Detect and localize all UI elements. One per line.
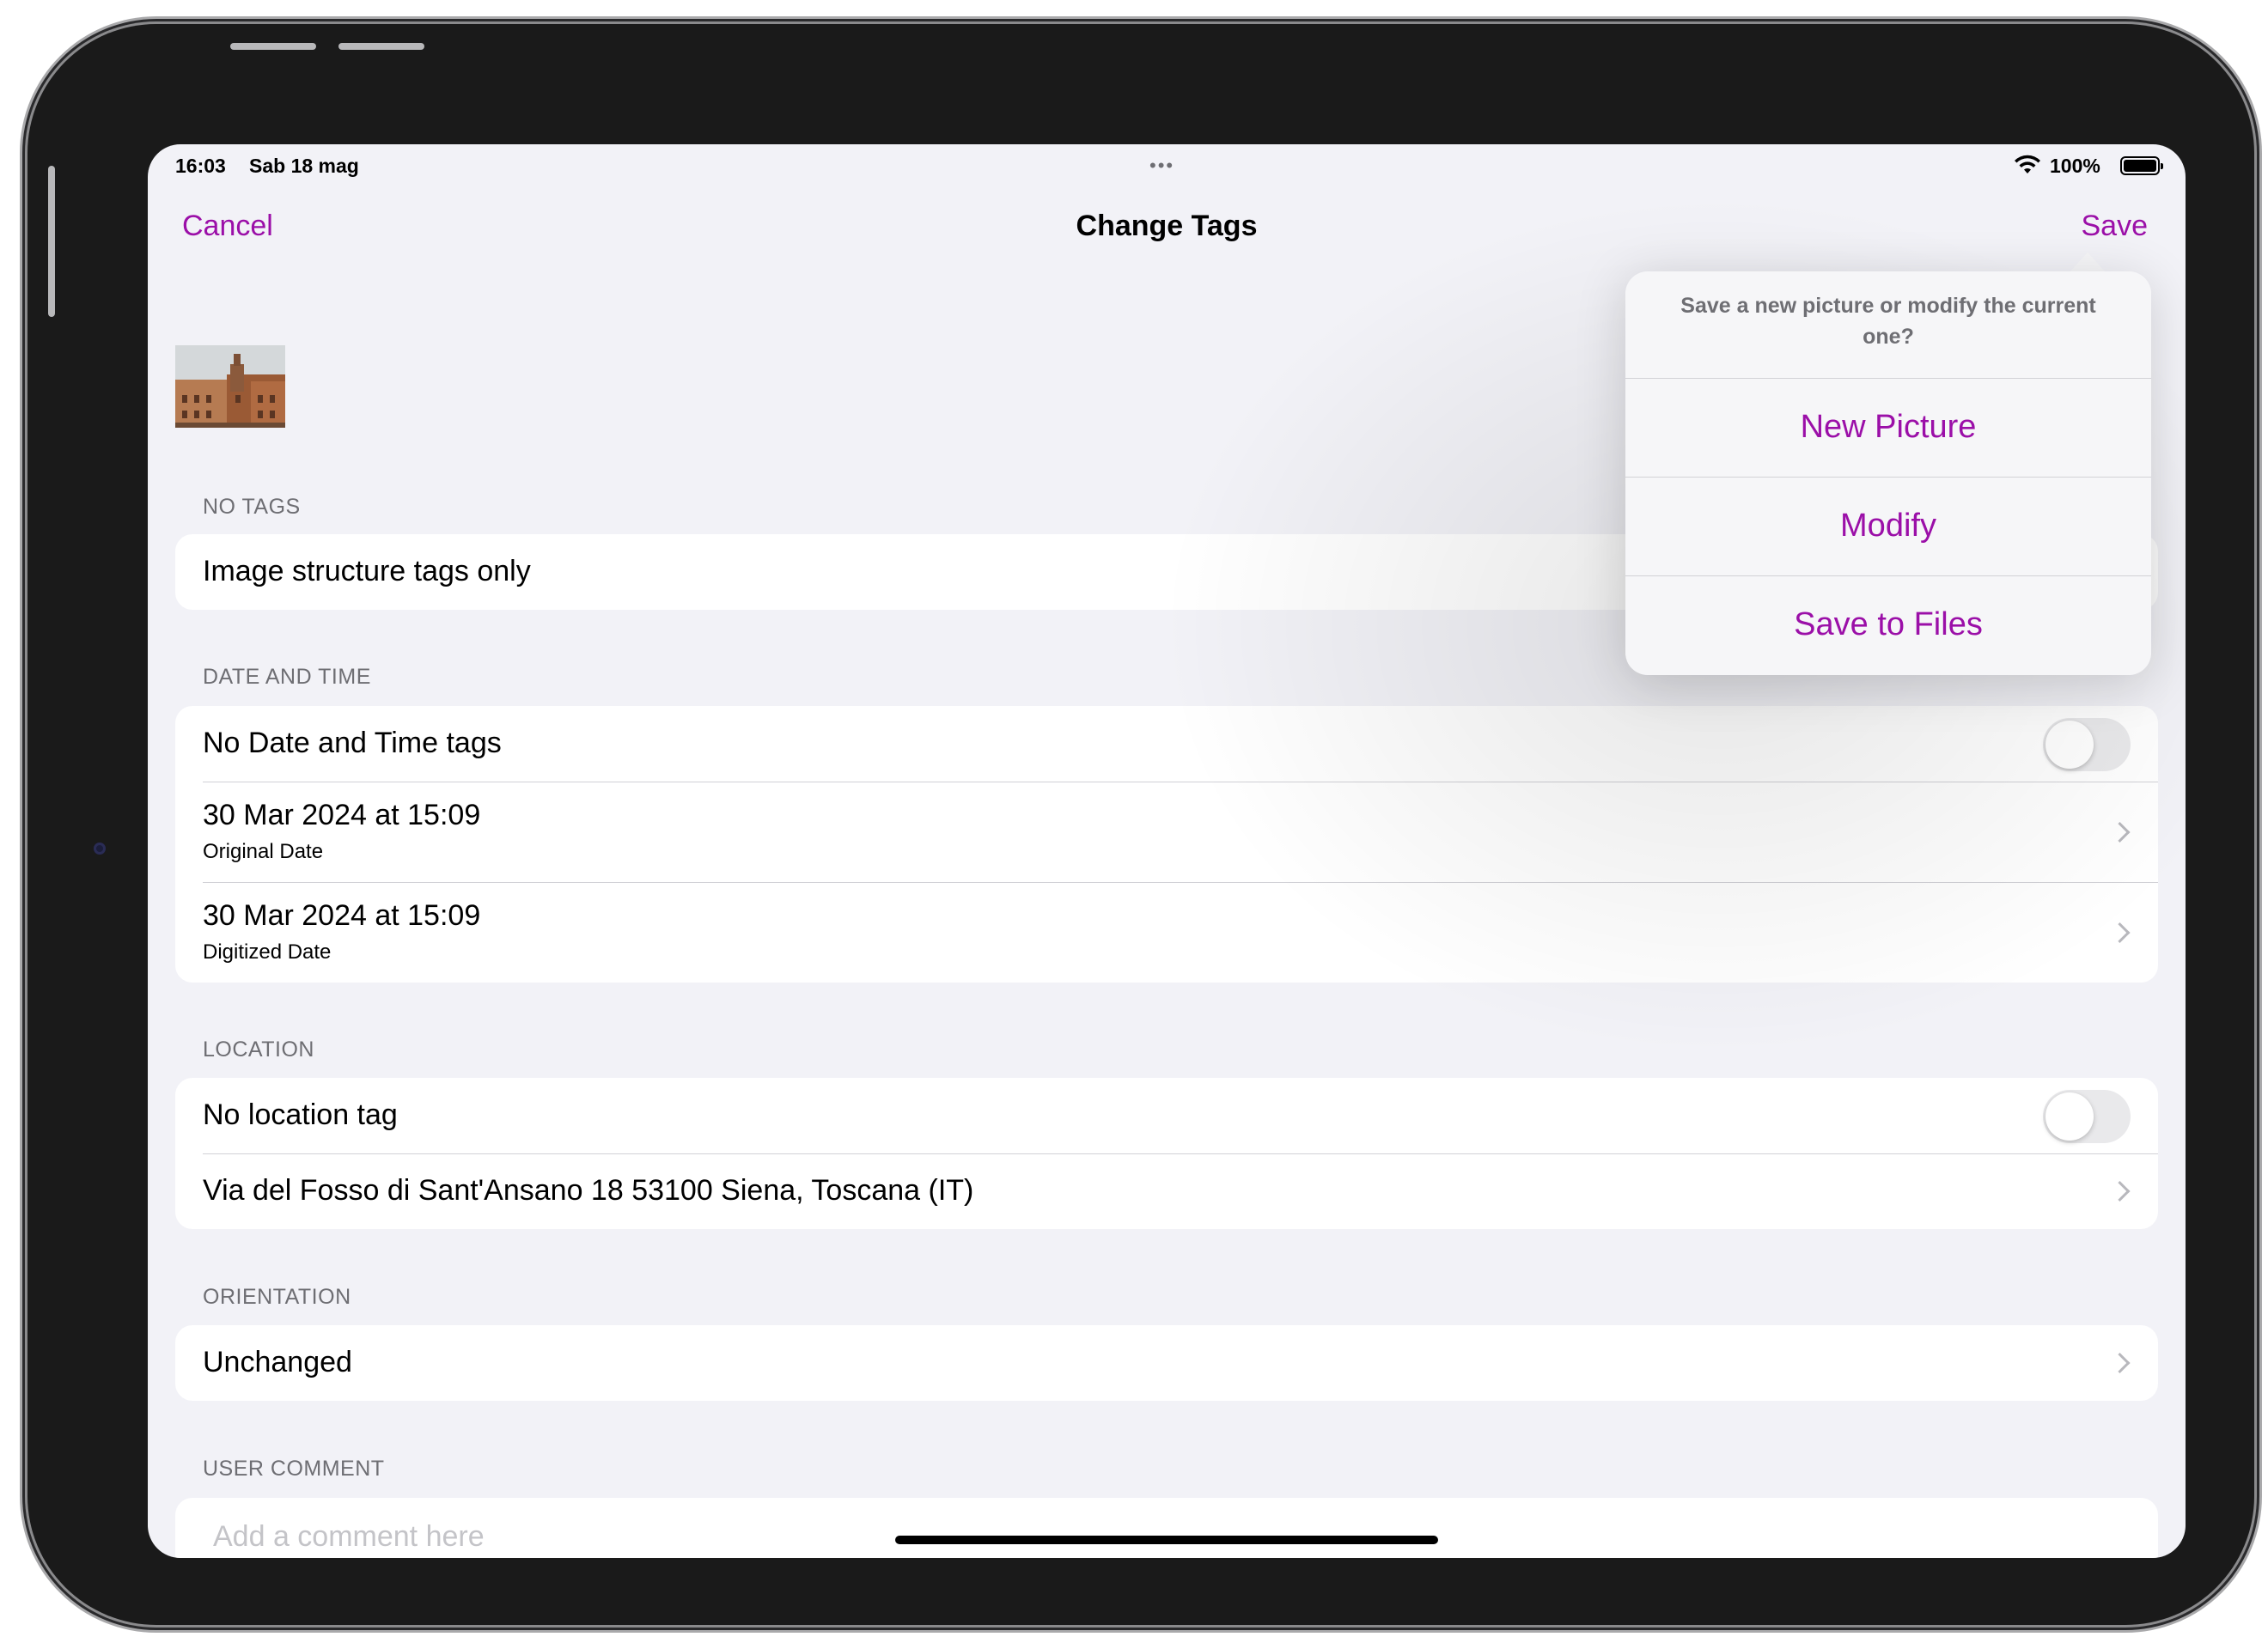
battery-percent: 100%: [2050, 155, 2100, 177]
battery-icon: [2120, 156, 2163, 175]
image-thumbnail[interactable]: [175, 345, 285, 428]
group-orientation: Unchanged: [175, 1325, 2158, 1401]
group-location: No location tag Via del Fosso di Sant'An…: [175, 1078, 2158, 1229]
digitized-date-value: 30 Mar 2024 at 15:09: [203, 899, 481, 932]
front-camera: [94, 843, 106, 855]
page-title: Change Tags: [1076, 210, 1258, 242]
status-time: 16:03: [175, 155, 226, 177]
row-orientation[interactable]: Unchanged: [175, 1325, 2158, 1401]
row-no-location-tag: No location tag: [175, 1078, 2158, 1153]
status-date: Sab 18 mag: [249, 155, 359, 177]
orientation-value: Unchanged: [203, 1346, 352, 1378]
home-indicator[interactable]: [895, 1536, 1438, 1544]
user-comment-field[interactable]: Add a comment here: [213, 1520, 485, 1554]
battery-fill: [2124, 160, 2156, 172]
chevron-right-icon: [2109, 1352, 2131, 1374]
popover-arrow: [2069, 253, 2106, 273]
section-header-user-comment: USER COMMENT: [203, 1457, 385, 1481]
section-header-orientation: ORIENTATION: [203, 1285, 351, 1309]
save-button[interactable]: Save: [2082, 210, 2149, 243]
row-no-date-time-tags: No Date and Time tags: [175, 706, 2158, 782]
original-date-caption: Original Date: [203, 840, 324, 863]
group-user-comment: Add a comment here: [175, 1498, 2158, 1558]
original-date-value: 30 Mar 2024 at 15:09: [203, 799, 481, 831]
top-button-1: [230, 43, 316, 50]
location-address: Via del Fosso di Sant'Ansano 18 53100 Si…: [203, 1174, 974, 1207]
screen: 16:03 Sab 18 mag ••• 100% Change Tags Ca…: [148, 144, 2186, 1558]
toggle-knob: [2045, 1092, 2094, 1141]
row-label: No location tag: [203, 1098, 398, 1131]
wifi-icon: [2015, 155, 2040, 173]
section-header-date-time: DATE AND TIME: [203, 665, 371, 689]
row-location-address[interactable]: Via del Fosso di Sant'Ansano 18 53100 Si…: [175, 1153, 2158, 1229]
chevron-right-icon: [2109, 1180, 2131, 1202]
toggle-knob: [2045, 721, 2094, 769]
row-original-date[interactable]: 30 Mar 2024 at 15:09 Original Date: [175, 782, 2158, 882]
status-bar: 16:03 Sab 18 mag ••• 100%: [148, 144, 2186, 182]
save-to-files-button[interactable]: Save to Files: [1625, 575, 2151, 674]
section-header-location: LOCATION: [203, 1037, 314, 1062]
photo-siena: [175, 345, 285, 428]
section-header-no-tags: NO TAGS: [203, 495, 301, 519]
cancel-button[interactable]: Cancel: [182, 210, 273, 243]
row-label: Image structure tags only: [203, 555, 531, 587]
row-digitized-date[interactable]: 30 Mar 2024 at 15:09 Digitized Date: [175, 882, 2158, 983]
new-picture-button[interactable]: New Picture: [1625, 378, 2151, 477]
row-label: No Date and Time tags: [203, 727, 502, 759]
chevron-right-icon: [2109, 821, 2131, 843]
side-volume-button: [48, 166, 55, 317]
save-options-popover: Save a new picture or modify the current…: [1625, 271, 2151, 675]
chevron-right-icon: [2109, 922, 2131, 943]
digitized-date-caption: Digitized Date: [203, 940, 332, 964]
popover-message: Save a new picture or modify the current…: [1680, 294, 2096, 349]
multitasking-dots-icon[interactable]: •••: [1149, 155, 1174, 177]
battery-nub: [2161, 163, 2163, 169]
group-date-time: No Date and Time tags 30 Mar 2024 at 15:…: [175, 706, 2158, 983]
date-time-toggle[interactable]: [2043, 718, 2131, 771]
modify-button[interactable]: Modify: [1625, 477, 2151, 575]
location-toggle[interactable]: [2043, 1090, 2131, 1143]
top-button-2: [338, 43, 424, 50]
ipad-frame: 16:03 Sab 18 mag ••• 100% Change Tags Ca…: [27, 24, 2254, 1625]
